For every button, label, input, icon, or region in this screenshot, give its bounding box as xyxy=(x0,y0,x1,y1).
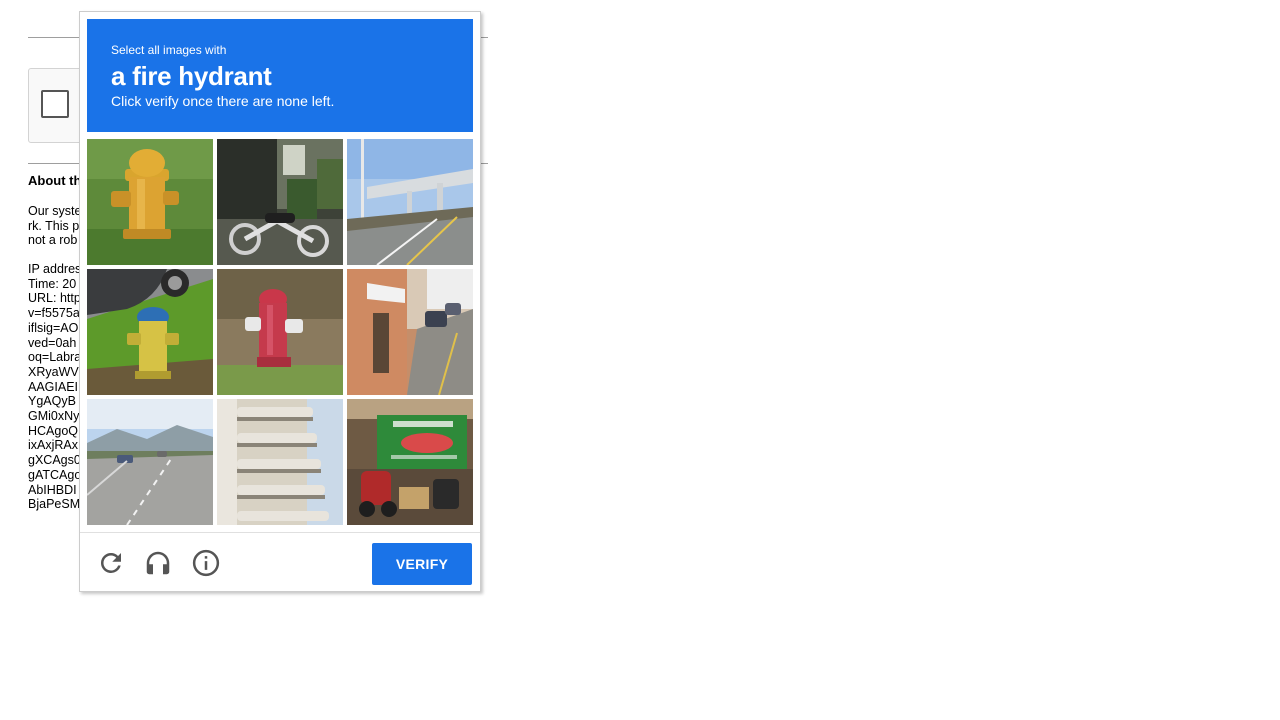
tile-image xyxy=(87,269,213,395)
tile-image xyxy=(87,399,213,525)
im-not-a-robot-checkbox[interactable] xyxy=(41,90,69,118)
image-tile-4[interactable] xyxy=(87,269,213,395)
instruction-target: a fire hydrant xyxy=(111,61,272,91)
tile-image xyxy=(217,139,343,265)
image-tile-5[interactable] xyxy=(217,269,343,395)
tile-image xyxy=(217,399,343,525)
tile-image xyxy=(217,269,343,395)
image-grid xyxy=(87,139,473,525)
instruction-post: Click verify once there are none left. xyxy=(111,93,335,109)
about-title: About th xyxy=(28,173,82,188)
tile-image xyxy=(347,399,473,525)
verify-button[interactable]: VERIFY xyxy=(372,543,472,585)
image-tile-6[interactable] xyxy=(347,269,473,395)
image-tile-7[interactable] xyxy=(87,399,213,525)
headphones-icon[interactable] xyxy=(143,548,173,578)
challenge-footer: VERIFY xyxy=(80,532,480,591)
request-details: IP addres Time: 20 URL: http v=f5575a if… xyxy=(28,262,82,512)
tile-image xyxy=(87,139,213,265)
tile-image xyxy=(347,139,473,265)
instruction-pre: Select all images with xyxy=(111,43,227,57)
image-tile-1[interactable] xyxy=(87,139,213,265)
image-tile-8[interactable] xyxy=(217,399,343,525)
tile-image xyxy=(347,269,473,395)
image-tile-9[interactable] xyxy=(347,399,473,525)
reload-icon[interactable] xyxy=(96,548,126,578)
image-tile-2[interactable] xyxy=(217,139,343,265)
image-tile-3[interactable] xyxy=(347,139,473,265)
info-icon[interactable] xyxy=(191,548,221,578)
challenge-header: Select all images with a fire hydrant Cl… xyxy=(87,19,473,132)
captcha-challenge: Select all images with a fire hydrant Cl… xyxy=(79,11,481,592)
